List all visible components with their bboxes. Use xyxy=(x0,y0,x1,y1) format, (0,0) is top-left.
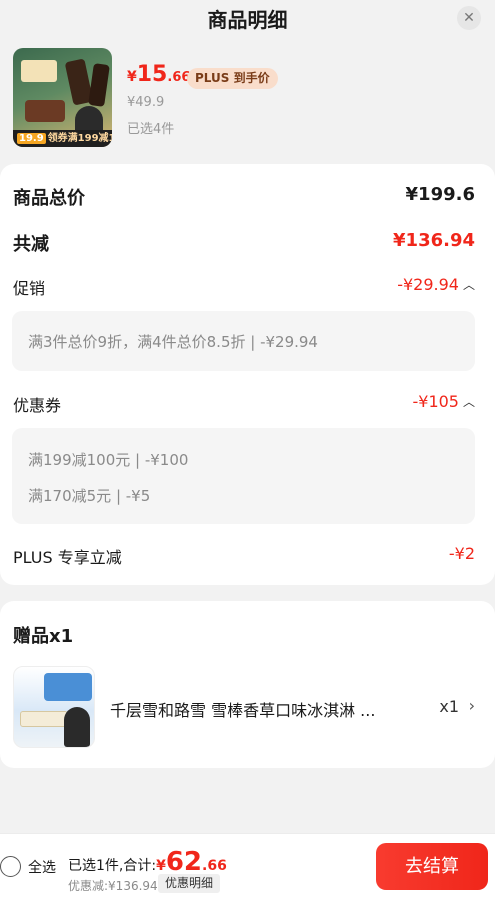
plus-discount-value: -¥2 xyxy=(448,544,475,563)
thumbnail-decor xyxy=(25,100,65,122)
thumbnail-decor xyxy=(20,711,68,727)
page-title: 商品明细 xyxy=(207,8,288,32)
checkout-button[interactable]: 去结算 xyxy=(376,843,488,890)
total-discount-label: 共减 xyxy=(13,234,49,255)
order-total: 已选1件,合计:¥62.66 xyxy=(68,847,227,877)
summary-label: 已选1件,合计: xyxy=(68,858,157,874)
plus-discount-label: PLUS 专享立减 xyxy=(13,548,122,567)
promotion-row[interactable]: 促销 -¥29.94 ︿ xyxy=(13,275,475,301)
coupon-row[interactable]: 优惠券 -¥105 ︿ xyxy=(13,392,475,418)
chevron-right-icon[interactable]: › xyxy=(469,696,475,715)
product-summary: 19.9领券满199减100 ¥15.66 PLUS 到手价 ¥49.9 已选4… xyxy=(0,36,495,156)
goods-total-label: 商品总价 xyxy=(13,188,85,209)
goods-total-row: 商品总价 ¥199.6 xyxy=(13,184,475,210)
total-decimal: .66 xyxy=(202,858,227,874)
thumbnail-decor xyxy=(21,60,57,82)
coupon-detail-box: 满199减100元 | -¥100 满170减5元 | -¥5 xyxy=(12,428,475,524)
total-discount-row: 共减 ¥136.94 xyxy=(13,230,475,256)
promotion-value: -¥29.94 xyxy=(397,275,459,294)
chevron-up-icon[interactable]: ︿ xyxy=(463,276,475,293)
plus-discount-row: PLUS 专享立减 -¥2 xyxy=(13,544,475,570)
thumbnail-decor xyxy=(64,707,90,747)
plus-price-badge: PLUS 到手价 xyxy=(187,68,278,89)
coupon-value-wrap[interactable]: -¥105 ︿ xyxy=(412,392,475,411)
goods-total-value: ¥199.6 xyxy=(405,184,475,205)
select-all-checkbox[interactable] xyxy=(0,856,21,877)
gift-name[interactable]: 千层雪和路雪 雪棒香草口味冰淇淋 ... xyxy=(110,697,410,721)
total-integer: 62 xyxy=(165,847,203,877)
gift-thumbnail[interactable] xyxy=(13,666,95,748)
coupon-detail: 满199减100元 | -¥100 xyxy=(28,451,189,469)
plus-price: ¥15.66 xyxy=(127,62,190,90)
gift-title: 赠品x1 xyxy=(13,626,74,647)
coupon-label: 优惠券 xyxy=(13,396,62,415)
coupon-value: -¥105 xyxy=(412,392,459,411)
close-icon[interactable]: ✕ xyxy=(457,6,481,30)
thumbnail-caption: 19.9领券满199减100 xyxy=(13,130,112,147)
thumbnail-decor xyxy=(88,63,110,107)
bottom-checkout-bar: 全选 已选1件,合计:¥62.66 优惠减:¥136.94 优惠明细 去结算 xyxy=(0,833,495,900)
chevron-up-icon[interactable]: ︿ xyxy=(463,393,475,410)
thumbnail-caption-text: 领券满199减100 xyxy=(47,133,112,144)
total-discount-value: ¥136.94 xyxy=(393,230,475,251)
gift-quantity: x1 xyxy=(439,697,459,716)
header: 商品明细 ✕ xyxy=(0,0,495,36)
coupon-detail: 满170减5元 | -¥5 xyxy=(28,487,151,505)
thumbnail-decor xyxy=(44,673,92,701)
price-currency: ¥ xyxy=(127,69,137,85)
selected-count: 已选4件 xyxy=(127,122,175,137)
price-integer: 15 xyxy=(136,62,168,87)
select-all-label[interactable]: 全选 xyxy=(28,857,56,877)
original-price: ¥49.9 xyxy=(127,95,165,110)
discount-text: 优惠减:¥136.94 xyxy=(68,879,158,893)
thumbnail-caption-price: 19.9 xyxy=(17,133,46,144)
promotion-detail-box: 满3件总价9折，满4件总价8.5折 | -¥29.94 xyxy=(12,311,475,371)
product-thumbnail[interactable]: 19.9领券满199减100 xyxy=(13,48,112,147)
promotion-detail: 满3件总价9折，满4件总价8.5折 | -¥29.94 xyxy=(28,333,318,351)
promotion-label: 促销 xyxy=(13,279,46,298)
gift-card: 赠品x1 千层雪和路雪 雪棒香草口味冰淇淋 ... x1 › xyxy=(0,601,495,768)
price-breakdown-card: 商品总价 ¥199.6 共减 ¥136.94 促销 -¥29.94 ︿ 满3件总价… xyxy=(0,164,495,585)
total-currency: ¥ xyxy=(156,858,166,874)
discount-detail-button[interactable]: 优惠明细 xyxy=(158,874,221,893)
promotion-value-wrap[interactable]: -¥29.94 ︿ xyxy=(397,275,475,294)
